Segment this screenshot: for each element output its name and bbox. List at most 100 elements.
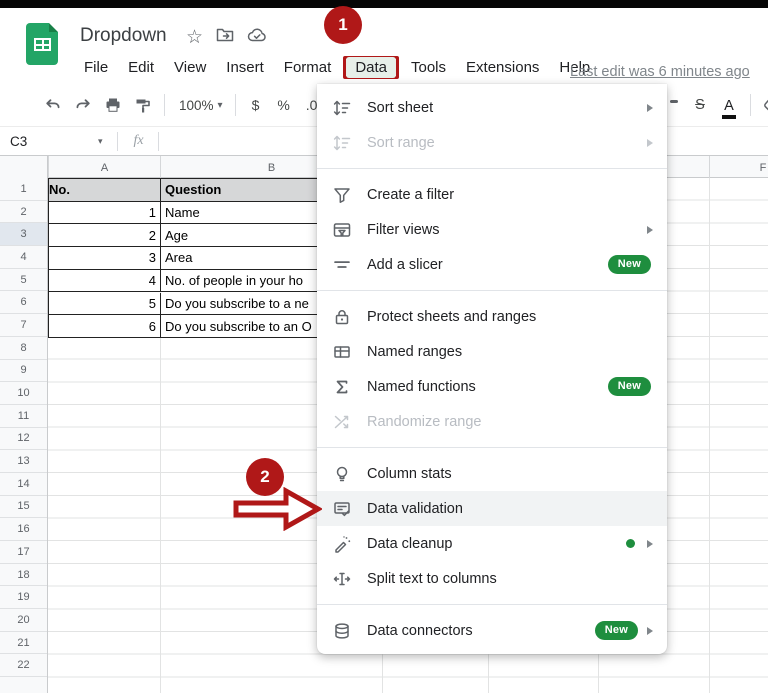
- row-header[interactable]: 17: [0, 541, 47, 564]
- print-button[interactable]: [98, 96, 128, 114]
- row-header[interactable]: 10: [0, 382, 47, 405]
- cell-A5[interactable]: 4: [49, 270, 161, 293]
- menu-view[interactable]: View: [164, 55, 216, 80]
- database-icon: [332, 621, 352, 641]
- row-header[interactable]: 1: [0, 178, 47, 201]
- new-badge: New: [608, 255, 651, 274]
- row-header[interactable]: 20: [0, 609, 47, 632]
- menu-tools[interactable]: Tools: [401, 55, 456, 80]
- row-header-column: 12345678910111213141516171819202122: [0, 178, 48, 693]
- star-icon[interactable]: ☆: [186, 28, 203, 48]
- row-header[interactable]: 19: [0, 586, 47, 609]
- formula-bar-divider: [117, 132, 118, 151]
- cell-A3[interactable]: 2: [49, 224, 161, 247]
- menu-data[interactable]: Data: [346, 57, 396, 78]
- text-color-label: A: [724, 98, 734, 114]
- menu-item-randomize-range[interactable]: Randomize range: [317, 404, 667, 439]
- row-header[interactable]: 7: [0, 314, 47, 337]
- row-header[interactable]: 11: [0, 405, 47, 428]
- menu-file[interactable]: File: [74, 55, 118, 80]
- menu-item-split-text-to-columns[interactable]: Split text to columns: [317, 561, 667, 596]
- row-header[interactable]: 13: [0, 450, 47, 473]
- menu-insert[interactable]: Insert: [216, 55, 274, 80]
- cell-A2[interactable]: 1: [49, 202, 161, 225]
- row-header[interactable]: 6: [0, 291, 47, 314]
- menu-item-sort-range[interactable]: Sort range: [317, 125, 667, 160]
- cell-A7[interactable]: 6: [49, 315, 161, 338]
- document-title[interactable]: Dropdown: [80, 25, 167, 47]
- menu-item-add-a-slicer[interactable]: Add a slicer New: [317, 247, 667, 282]
- filter-views-icon: [332, 220, 352, 240]
- menu-item-named-functions[interactable]: Named functions New: [317, 369, 667, 404]
- row-header[interactable]: 21: [0, 632, 47, 655]
- menu-extensions[interactable]: Extensions: [456, 55, 549, 80]
- logo-grid: [34, 38, 51, 51]
- submenu-arrow-icon: [647, 540, 653, 548]
- menu-item-create-a-filter[interactable]: Create a filter: [317, 177, 667, 212]
- cloud-status-icon[interactable]: [247, 27, 267, 48]
- cell-A1[interactable]: No.: [49, 179, 161, 202]
- menu-item-filter-views[interactable]: Filter views: [317, 212, 667, 247]
- column-header[interactable]: A: [48, 156, 160, 179]
- menu-item-column-stats[interactable]: Column stats: [317, 456, 667, 491]
- row-header[interactable]: 2: [0, 201, 47, 224]
- menu-item-data-cleanup[interactable]: Data cleanup: [317, 526, 667, 561]
- row-header[interactable]: 22: [0, 654, 47, 677]
- zoom-caret-icon[interactable]: ▾: [218, 100, 223, 111]
- lock-icon: [332, 307, 352, 327]
- menu-item-label: Sort sheet: [367, 100, 433, 116]
- row-header[interactable]: 14: [0, 473, 47, 496]
- menu-divider: [317, 604, 667, 605]
- submenu-arrow-icon: [647, 226, 653, 234]
- undo-button[interactable]: [38, 96, 68, 114]
- menu-item-label: Named ranges: [367, 344, 462, 360]
- menu-bar: File Edit View Insert Format Data Tools …: [74, 55, 600, 80]
- menu-item-label: Randomize range: [367, 414, 481, 430]
- zoom-control[interactable]: 100%: [179, 98, 214, 113]
- menu-item-label: Sort range: [367, 135, 435, 151]
- move-folder-icon[interactable]: [216, 27, 234, 48]
- data-dropdown-menu: Sort sheet Sort range Create a filter Fi…: [317, 84, 667, 654]
- column-header[interactable]: F: [709, 156, 768, 179]
- menu-item-data-validation[interactable]: Data validation: [317, 491, 667, 526]
- cell-reference: C3: [10, 134, 27, 149]
- row-header[interactable]: 5: [0, 269, 47, 292]
- menu-item-data-connectors[interactable]: Data connectors New: [317, 613, 667, 648]
- paint-format-button[interactable]: [128, 96, 158, 114]
- lightbulb-icon: [332, 464, 352, 484]
- menu-edit[interactable]: Edit: [118, 55, 164, 80]
- row-header[interactable]: 16: [0, 518, 47, 541]
- menu-divider: [317, 447, 667, 448]
- menu-divider: [317, 290, 667, 291]
- strikethrough-button[interactable]: S: [686, 97, 714, 113]
- text-color-button[interactable]: A: [714, 97, 744, 114]
- last-edit-link[interactable]: Last edit was 6 minutes ago: [570, 64, 750, 80]
- gridline: [709, 178, 710, 693]
- fill-color-button[interactable]: [757, 96, 768, 114]
- row-header[interactable]: 8: [0, 337, 47, 360]
- name-box-caret-icon[interactable]: ▾: [98, 136, 103, 147]
- row-header[interactable]: 15: [0, 496, 47, 519]
- row-header[interactable]: 12: [0, 428, 47, 451]
- cell-A6[interactable]: 5: [49, 293, 161, 316]
- redo-button[interactable]: [68, 96, 98, 114]
- menu-item-label: Add a slicer: [367, 257, 443, 273]
- menu-item-protect-sheets-and-ranges[interactable]: Protect sheets and ranges: [317, 299, 667, 334]
- format-percent-button[interactable]: %: [270, 97, 298, 113]
- google-sheets-window: Dropdown ☆ File Edit View Insert Format …: [0, 0, 768, 693]
- format-currency-button[interactable]: $: [242, 97, 270, 113]
- menu-item-sort-sheet[interactable]: Sort sheet: [317, 90, 667, 125]
- named-ranges-icon: [332, 342, 352, 362]
- new-badge: New: [608, 377, 651, 396]
- toolbar-divider: [750, 94, 751, 116]
- menu-format[interactable]: Format: [274, 55, 342, 80]
- sheets-logo-icon[interactable]: [26, 23, 58, 65]
- row-header[interactable]: 4: [0, 246, 47, 269]
- submenu-arrow-icon: [647, 627, 653, 635]
- row-header[interactable]: 3: [0, 223, 47, 246]
- row-header[interactable]: 18: [0, 564, 47, 587]
- row-header[interactable]: 9: [0, 360, 47, 383]
- name-box[interactable]: C3: [0, 134, 96, 149]
- cell-A4[interactable]: 3: [49, 247, 161, 270]
- menu-item-named-ranges[interactable]: Named ranges: [317, 334, 667, 369]
